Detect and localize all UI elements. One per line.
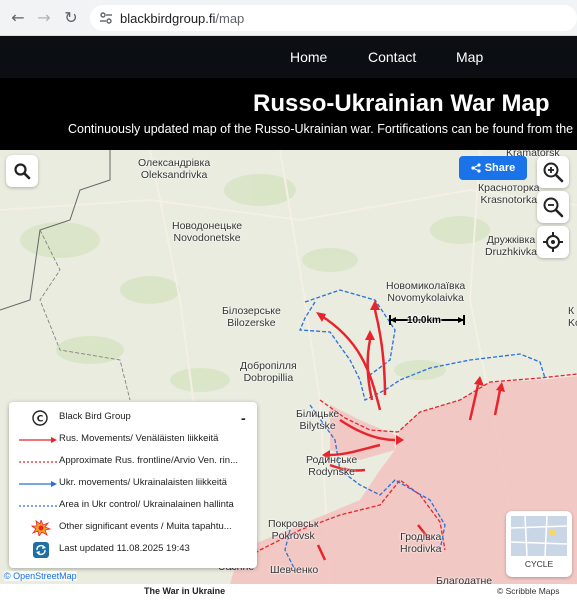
legend-updated-label: Last updated 11.08.2025 19:43	[59, 543, 190, 554]
url-domain: blackbirdgroup.fi	[120, 11, 216, 26]
scale-label: 10.0km	[407, 315, 441, 326]
place-label-novomykolaivka: Новомиколаївка Novomykolaivka	[386, 280, 465, 304]
share-icon	[471, 163, 481, 173]
place-rodynske-text: Родинське Rodynske	[306, 454, 358, 478]
place-hrodivka-text: Гродівка Hrodivka	[400, 531, 442, 555]
place-label-krasnotorka: Красноторка Krasnotorka	[478, 182, 540, 206]
red-arrow-icon	[19, 437, 57, 443]
legend-collapse-button[interactable]: -	[241, 410, 246, 426]
legend-ukr-area-row: Area in Ukr control/ Ukrainalainen halli…	[9, 496, 257, 516]
share-label: Share	[484, 162, 516, 174]
osm-attribution[interactable]: © OpenStreetMap	[4, 571, 77, 581]
legend-events-row: Other significant events / Muita tapahtu…	[9, 518, 257, 538]
legend-ukr-movements-row: Ukr. movements/ Ukrainalaisten liikkeitä	[9, 474, 257, 494]
crosshair-icon	[543, 232, 563, 252]
place-oleksandrivka-text: Олександрівка Oleksandrivka	[138, 157, 211, 181]
svg-text:C: C	[37, 415, 44, 425]
place-novodonetske-text: Новодонецьке Novodonetske	[172, 220, 243, 244]
address-bar[interactable]: blackbirdgroup.fi/map	[90, 5, 577, 31]
back-arrow-icon[interactable]: ←	[8, 8, 28, 28]
legend-events-label: Other significant events / Muita tapahtu…	[59, 521, 232, 532]
legend-org-label: Black Bird Group	[59, 411, 131, 422]
site-navigation: Home Contact Map	[0, 36, 577, 78]
browser-toolbar: ← → ↻ blackbirdgroup.fi/map	[0, 0, 577, 36]
osm-attribution-text: © OpenStreetMap	[4, 571, 77, 581]
place-partial-text: К Ko	[568, 305, 577, 329]
refresh-icon	[33, 542, 49, 558]
place-label-bilytske: Білицьке Bilytske	[296, 408, 339, 432]
legend-ukr-area-label: Area in Ukr control/ Ukrainalainen halli…	[59, 499, 234, 510]
share-button[interactable]: Share	[459, 156, 527, 180]
url-text: blackbirdgroup.fi/map	[120, 11, 244, 26]
place-blahodatne-text: Благодатне	[436, 575, 493, 584]
place-pokrovsk-text: Покровськ Pokrovsk	[268, 518, 319, 542]
zoom-in-icon	[543, 162, 564, 183]
place-label-hrodivka: Гродівка Hrodivka	[400, 531, 441, 555]
place-label-druzhkivka: Дружківка Druzhkivka	[485, 234, 537, 258]
page-subtitle: Continuously updated map of the Russo-Uk…	[68, 122, 574, 136]
place-shevchenko-text: Шевченко	[270, 564, 319, 576]
page-header: Russo-Ukrainian War Map Continuously upd…	[0, 78, 577, 150]
site-settings-icon[interactable]	[98, 10, 114, 26]
place-novomykolaivka-text: Новомиколаївка Novomykolaivka	[386, 280, 466, 304]
place-label-shevchenko: Шевченко	[270, 564, 318, 576]
zoom-out-icon	[543, 197, 564, 218]
footer-title: The War in Ukraine	[144, 586, 226, 596]
place-label-oleksandrivka: Олександрівка Oleksandrivka	[138, 157, 210, 181]
place-label-partial: К Ko	[568, 305, 577, 329]
explosion-icon	[30, 520, 52, 536]
map-legend: C Black Bird Group - Rus. Movements/ Ven…	[9, 402, 257, 568]
place-label-bilozerske: Білозерське Bilozerske	[222, 305, 281, 329]
search-button[interactable]	[6, 155, 38, 187]
place-druzhkivka-text: Дружківка Druzhkivka	[485, 234, 537, 258]
reload-icon[interactable]: ↻	[61, 8, 81, 28]
place-label-rodynske: Родинське Rodynske	[306, 454, 357, 478]
place-label-blahodatne: Благодатне	[436, 575, 492, 584]
nav-map-link[interactable]: Map	[456, 49, 483, 65]
cycle-label: CYCLE	[524, 559, 554, 569]
url-path: /map	[215, 11, 245, 26]
place-dobropillia-text: Добропілля Dobropillia	[240, 360, 297, 384]
page-title: Russo-Ukrainian War Map	[253, 90, 550, 117]
search-icon	[14, 163, 31, 180]
map-canvas[interactable]: Олександрівка Oleksandrivka Новодонецьке…	[0, 150, 577, 584]
blue-dashed-line-icon	[19, 505, 57, 507]
legend-ukr-movements-label: Ukr. movements/ Ukrainalaisten liikkeitä	[59, 477, 227, 488]
legend-rus-movements-label: Rus. Movements/ Venäläisten liikkeitä	[59, 433, 219, 444]
place-bilytske-text: Білицьке Bilytske	[296, 408, 340, 432]
basemap-cycle-button[interactable]: CYCLE	[506, 511, 572, 577]
zoom-in-button[interactable]	[537, 156, 569, 188]
map-footer: The War in Ukraine © Scribble Maps	[0, 584, 577, 600]
place-bilozerske-text: Білозерське Bilozerske	[222, 305, 281, 329]
place-label-dobropillia: Добропілля Dobropillia	[240, 360, 297, 384]
place-label-novodonetske: Новодонецьке Novodonetske	[172, 220, 242, 244]
red-dashed-line-icon	[19, 461, 57, 463]
locate-button[interactable]	[537, 226, 569, 258]
legend-rus-frontline-row: Approximate Rus. frontline/Arvio Ven. ri…	[9, 452, 257, 472]
forward-arrow-icon[interactable]: →	[34, 8, 54, 28]
legend-org-row: C Black Bird Group -	[9, 408, 257, 428]
nav-contact-link[interactable]: Contact	[368, 49, 416, 65]
basemap-thumbnail	[511, 516, 567, 556]
blue-arrow-icon	[19, 481, 57, 487]
zoom-out-button[interactable]	[537, 191, 569, 223]
legend-rus-frontline-label: Approximate Rus. frontline/Arvio Ven. ri…	[59, 455, 238, 466]
nav-home-link[interactable]: Home	[290, 49, 327, 65]
legend-updated-row: Last updated 11.08.2025 19:43	[9, 540, 257, 560]
place-label-pokrovsk: Покровськ Pokrovsk	[268, 518, 318, 542]
footer-credit[interactable]: © Scribble Maps	[497, 586, 559, 596]
place-krasnotorka-text: Красноторка Krasnotorka	[478, 182, 540, 206]
legend-rus-movements-row: Rus. Movements/ Venäläisten liikkeitä	[9, 430, 257, 450]
copyright-icon: C	[32, 410, 48, 426]
